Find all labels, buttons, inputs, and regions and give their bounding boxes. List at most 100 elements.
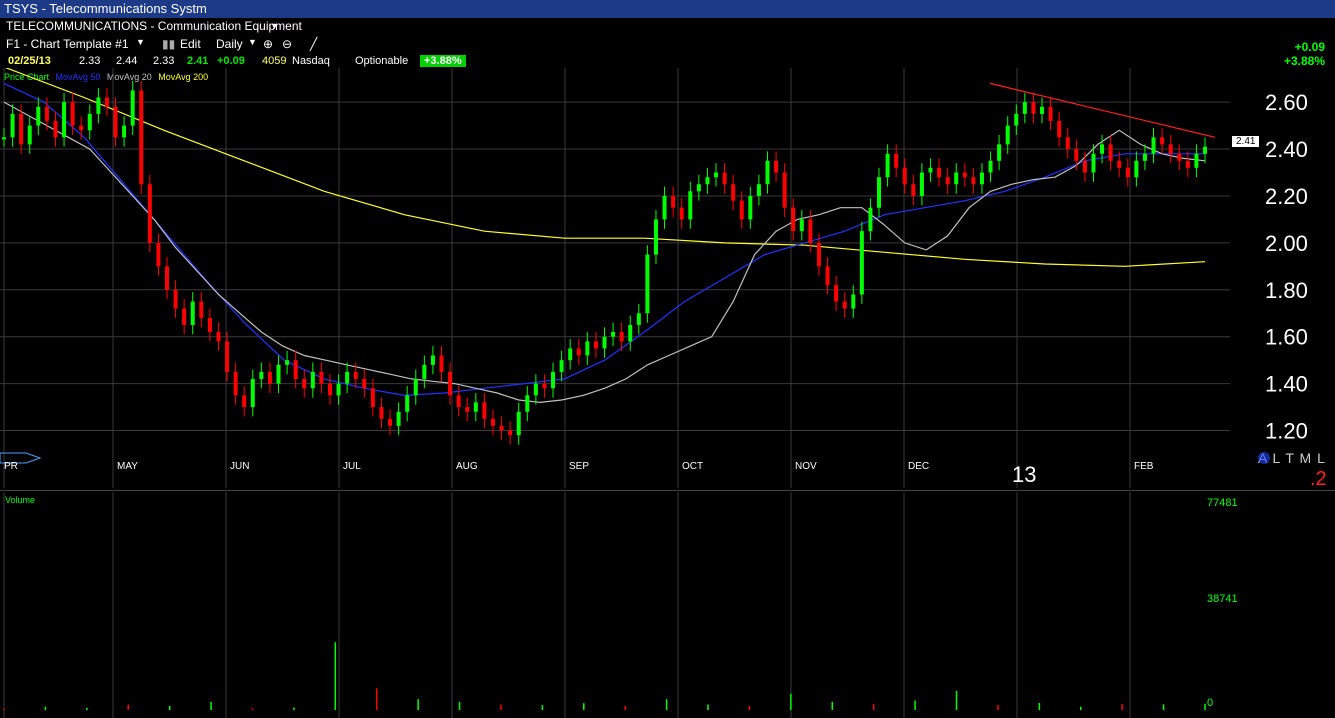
y-tick-label: 1.40 bbox=[1265, 372, 1308, 397]
volume-chart[interactable] bbox=[0, 492, 1335, 718]
candle-body bbox=[1160, 137, 1165, 145]
candle-body bbox=[62, 102, 67, 138]
candle-body bbox=[825, 266, 830, 286]
candle-body bbox=[714, 172, 719, 178]
candle-body bbox=[190, 301, 195, 325]
candle-body bbox=[748, 195, 753, 220]
x-month-label: AUG bbox=[456, 461, 478, 472]
year-label: 13 bbox=[1012, 462, 1037, 487]
candle-body bbox=[96, 97, 101, 114]
candle-body bbox=[1151, 137, 1156, 154]
candle-body bbox=[653, 219, 658, 255]
industry-label[interactable]: TELECOMMUNICATIONS - Communication Equip… bbox=[6, 19, 1335, 33]
candle-body bbox=[576, 348, 581, 356]
candle-body bbox=[988, 160, 993, 173]
x-month-label: OCT bbox=[682, 461, 703, 472]
industry-dropdown-icon[interactable]: ▼ bbox=[270, 21, 279, 31]
candle-body bbox=[122, 125, 127, 138]
candle-body bbox=[448, 371, 453, 396]
candle-body bbox=[456, 395, 461, 408]
candle-body bbox=[636, 313, 641, 325]
template-dropdown-icon[interactable]: ▼ bbox=[136, 37, 145, 47]
zoom-in-icon[interactable]: ⊕ bbox=[263, 37, 273, 51]
y-tick-label: 1.20 bbox=[1265, 419, 1308, 444]
candle-body bbox=[1005, 125, 1010, 145]
candle-body bbox=[645, 254, 650, 314]
candle-body bbox=[319, 371, 324, 384]
candle-body bbox=[310, 371, 315, 389]
volume-label: Volume bbox=[5, 495, 36, 505]
candle-body bbox=[611, 332, 616, 337]
candle-body bbox=[36, 106, 41, 126]
template-select[interactable]: F1 - Chart Template #1 bbox=[6, 37, 129, 51]
candle-body bbox=[173, 289, 178, 309]
candle-body bbox=[1065, 137, 1070, 150]
candle-body bbox=[276, 364, 281, 384]
candle-body bbox=[997, 144, 1002, 161]
quote-date: 02/25/13 bbox=[8, 55, 51, 67]
volume-tick-max: 77481 bbox=[1207, 497, 1238, 509]
candle-body bbox=[19, 113, 24, 145]
candle-body bbox=[1168, 144, 1173, 154]
candle-body bbox=[679, 207, 684, 220]
candle-body bbox=[379, 407, 384, 419]
candle-body bbox=[568, 348, 573, 361]
candle-body bbox=[1177, 153, 1182, 161]
price-chart[interactable]: 2.60 2.40 2.20 2.00 1.80 1.60 1.40 1.20 PR MAY JU… bbox=[0, 68, 1335, 488]
zoom-out-icon[interactable]: ⊖ bbox=[282, 37, 292, 51]
candle-body bbox=[199, 301, 204, 318]
candle-body bbox=[739, 200, 744, 220]
candle-body bbox=[53, 120, 58, 138]
candle-body bbox=[731, 184, 736, 201]
edit-button[interactable]: Edit bbox=[180, 37, 201, 51]
candle-body bbox=[516, 411, 521, 436]
quote-last: 2.41 bbox=[187, 55, 209, 67]
candle-body bbox=[593, 341, 598, 349]
quote-bar: 02/25/13 2.33 2.44 2.33 2.41 +0.09 4059 … bbox=[0, 55, 1335, 69]
candle-body bbox=[928, 167, 933, 173]
title-bar: TSYS - Telecommunications Systm bbox=[0, 0, 1335, 18]
period-dropdown-icon[interactable]: ▼ bbox=[248, 37, 257, 47]
candle-body bbox=[877, 177, 882, 208]
toolbar: F1 - Chart Template #1 ▼ ▮▮ Edit Daily ▼… bbox=[0, 37, 1335, 53]
candle-body bbox=[1203, 146, 1207, 154]
candle-body bbox=[1040, 106, 1045, 114]
candle-body bbox=[1014, 113, 1019, 126]
candle-body bbox=[87, 113, 92, 131]
quote-low: 2.33 bbox=[153, 55, 175, 67]
candle-body bbox=[396, 411, 401, 426]
draw-tool-icon[interactable]: ╱ bbox=[310, 37, 317, 51]
candle-body bbox=[962, 172, 967, 178]
candle-body bbox=[473, 402, 478, 412]
y-tick-label: 2.00 bbox=[1265, 231, 1308, 256]
candle-body bbox=[1125, 167, 1130, 178]
quote-high: 2.44 bbox=[116, 55, 138, 67]
candle-body bbox=[628, 324, 633, 342]
candle-body bbox=[979, 172, 984, 185]
candle-body bbox=[164, 266, 169, 290]
candle-body bbox=[782, 172, 787, 208]
candle-body bbox=[302, 378, 307, 389]
period-select[interactable]: Daily bbox=[216, 37, 243, 51]
candle-body bbox=[1091, 153, 1096, 173]
volume-tick-mid: 38741 bbox=[1207, 593, 1238, 605]
candle-body bbox=[885, 153, 890, 178]
candle-body bbox=[182, 308, 187, 325]
y-tick-label: 2.60 bbox=[1265, 90, 1308, 115]
candle-body bbox=[1100, 144, 1105, 154]
candle-body bbox=[156, 242, 161, 267]
candle-body bbox=[1082, 160, 1087, 173]
chart-tag: .2 bbox=[1310, 468, 1327, 490]
candle-body bbox=[911, 184, 916, 196]
candle-body bbox=[1142, 153, 1147, 161]
candle-body bbox=[113, 106, 118, 138]
candle-body bbox=[225, 341, 230, 372]
quote-open: 2.33 bbox=[79, 55, 101, 67]
candle-body bbox=[954, 172, 959, 185]
candle-body bbox=[508, 430, 513, 436]
candle-body bbox=[250, 378, 255, 408]
candle-body bbox=[285, 360, 290, 365]
candle-body bbox=[696, 184, 701, 192]
quote-volume: 4059 bbox=[262, 55, 287, 67]
candle-body bbox=[542, 383, 547, 389]
